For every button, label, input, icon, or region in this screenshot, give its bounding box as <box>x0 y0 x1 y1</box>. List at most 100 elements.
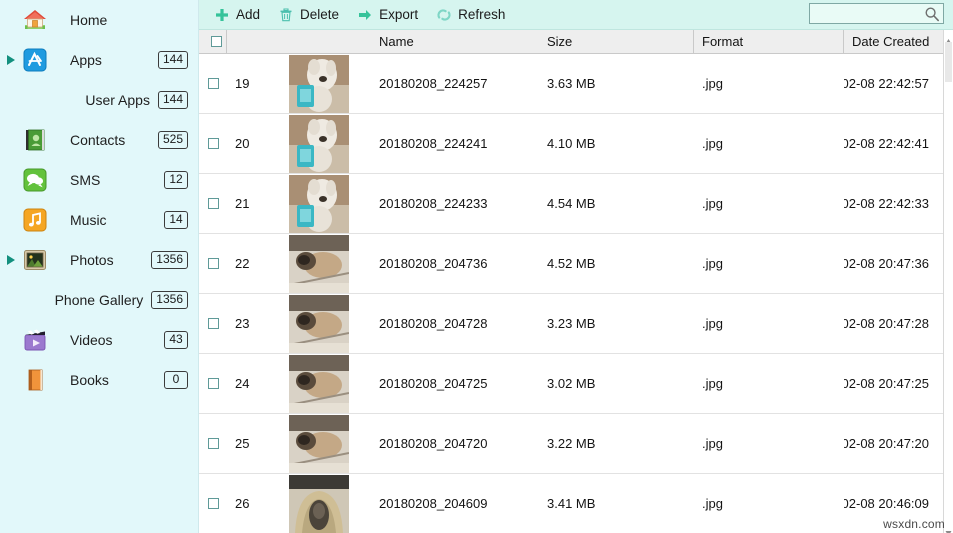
chevron-right-icon[interactable] <box>0 40 22 80</box>
scrollbar-thumb[interactable] <box>945 42 952 82</box>
row-thumbnail[interactable] <box>289 174 371 234</box>
table-header-row: Name Size Format Date Created <box>199 30 953 54</box>
row-size: 3.22 MB <box>547 436 596 451</box>
sidebar-item-sms[interactable]: SMS 12 <box>0 160 198 200</box>
plus-icon <box>214 7 230 23</box>
row-thumbnail[interactable] <box>289 414 371 474</box>
sidebar-badge-apps: 144 <box>157 51 188 69</box>
row-index: 20 <box>235 136 250 151</box>
column-header-index[interactable] <box>227 30 289 54</box>
contacts-icon <box>22 127 48 153</box>
column-header-format[interactable]: Format <box>694 30 844 54</box>
expander-placeholder <box>0 280 22 320</box>
row-size: 3.63 MB <box>547 76 596 91</box>
row-format: .jpg <box>702 316 723 331</box>
sidebar-item-videos[interactable]: Videos 43 <box>0 320 198 360</box>
column-header-size[interactable]: Size <box>539 30 694 54</box>
row-checkbox[interactable] <box>199 354 227 414</box>
row-name: 20180208_204725 <box>379 376 488 391</box>
sidebar-item-label: Music <box>70 212 107 228</box>
row-size: 3.02 MB <box>547 376 596 391</box>
sidebar-item-label: Contacts <box>70 132 126 148</box>
expander-placeholder <box>0 120 22 160</box>
row-thumbnail[interactable] <box>289 474 371 533</box>
sidebar-item-label: Videos <box>70 332 113 348</box>
watermark: wsxdn.com <box>883 517 945 531</box>
sidebar-item-home[interactable]: Home <box>0 0 198 40</box>
table-row[interactable]: 26 20180208_2046093.41 MB.jpg2018-02-08 … <box>199 473 953 533</box>
table-row[interactable]: 22 20180208_204736 4.52 MB .jpg 2018-02-08 … <box>199 233 953 294</box>
sms-icon <box>22 167 48 193</box>
row-size: 3.41 MB <box>547 496 596 511</box>
table-row[interactable]: 24 20180208_204725 3.02 MB .jpg 2018-02-08 … <box>199 353 953 414</box>
expander-placeholder <box>0 80 22 120</box>
row-checkbox[interactable] <box>199 234 227 294</box>
sidebar-item-label: Home <box>70 12 108 28</box>
table-row[interactable]: 23 20180208_204728 3.23 MB .jpg 2018-02-08 … <box>199 293 953 354</box>
row-name: 20180208_224241 <box>379 136 488 151</box>
search-input[interactable] <box>810 4 920 23</box>
sidebar-badge-videos: 43 <box>164 331 188 349</box>
sidebar-item-apps[interactable]: Apps 144 <box>0 40 198 80</box>
sidebar-item-music[interactable]: Music 14 <box>0 200 198 240</box>
row-format: .jpg <box>702 76 723 91</box>
sidebar-badge-contacts: 525 <box>157 131 188 149</box>
select-all-checkbox[interactable] <box>199 30 227 54</box>
sidebar-item-phone-gallery[interactable]: Phone Gallery 1356 <box>0 280 198 320</box>
scroll-up-arrow[interactable] <box>945 32 952 44</box>
row-checkbox[interactable] <box>199 54 227 114</box>
refresh-button-label: Refresh <box>458 7 506 22</box>
column-header-date-created[interactable]: Date Created <box>844 30 944 54</box>
sidebar-item-books[interactable]: Books 0 <box>0 360 198 400</box>
row-index: 26 <box>235 496 250 511</box>
row-thumbnail[interactable] <box>289 294 371 354</box>
add-button[interactable]: Add <box>205 0 269 30</box>
row-checkbox[interactable] <box>199 474 227 533</box>
row-format: .jpg <box>702 436 723 451</box>
row-name: 20180208_204609 <box>379 496 488 511</box>
sidebar-badge-phone-gallery: 1356 <box>151 291 188 309</box>
sidebar-item-photos[interactable]: Photos 1356 <box>0 240 198 280</box>
sidebar-item-label: SMS <box>70 172 101 188</box>
table-body: 19 20180208_224257 3.63 MB .jpg 2018-02-08 … <box>199 53 953 533</box>
videos-icon <box>22 327 48 353</box>
table-row[interactable]: 25 20180208_204720 3.22 MB .jpg 2018-02-08 … <box>199 413 953 474</box>
photos-icon <box>22 247 48 273</box>
row-thumbnail[interactable] <box>289 114 371 174</box>
table-row[interactable]: 19 20180208_224257 3.63 MB .jpg 2018-02-08 … <box>199 53 953 114</box>
row-date-created: 2018-02-08 20:47:28 <box>844 293 944 354</box>
row-name: 20180208_224257 <box>379 76 488 91</box>
column-header-thumbnail[interactable] <box>289 30 371 54</box>
vertical-scrollbar[interactable] <box>943 30 953 533</box>
row-checkbox[interactable] <box>199 174 227 234</box>
search-box[interactable] <box>809 3 944 24</box>
sidebar-item-user-apps[interactable]: User Apps 144 <box>0 80 198 120</box>
row-name: 20180208_204720 <box>379 436 488 451</box>
row-size: 4.52 MB <box>547 256 596 271</box>
table-row[interactable]: 21 20180208_224233 4.54 MB .jpg 2018-02-08 … <box>199 173 953 234</box>
row-checkbox[interactable] <box>199 294 227 354</box>
chevron-right-icon[interactable] <box>0 240 22 280</box>
sidebar-item-contacts[interactable]: Contacts 525 <box>0 120 198 160</box>
table-row[interactable]: 20 20180208_224241 4.10 MB .jpg 2018-02-08 … <box>199 113 953 174</box>
sidebar-item-label: Apps <box>70 52 102 68</box>
row-size: 3.23 MB <box>547 316 596 331</box>
export-button[interactable]: Export <box>348 0 427 30</box>
add-button-label: Add <box>236 7 261 22</box>
column-header-name[interactable]: Name <box>371 30 539 54</box>
row-thumbnail[interactable] <box>289 54 371 114</box>
row-thumbnail[interactable] <box>289 234 371 294</box>
row-checkbox[interactable] <box>199 414 227 474</box>
arrow-right-icon <box>357 7 373 23</box>
row-size: 4.54 MB <box>547 196 596 211</box>
sidebar-badge-books: 0 <box>164 371 188 389</box>
scroll-down-arrow[interactable] <box>945 524 952 533</box>
delete-button[interactable]: Delete <box>269 0 348 30</box>
row-format: .jpg <box>702 256 723 271</box>
row-checkbox[interactable] <box>199 114 227 174</box>
refresh-button[interactable]: Refresh <box>427 0 514 30</box>
row-index: 21 <box>235 196 250 211</box>
search-icon[interactable] <box>924 6 940 22</box>
expander-placeholder <box>0 0 22 40</box>
row-thumbnail[interactable] <box>289 354 371 414</box>
